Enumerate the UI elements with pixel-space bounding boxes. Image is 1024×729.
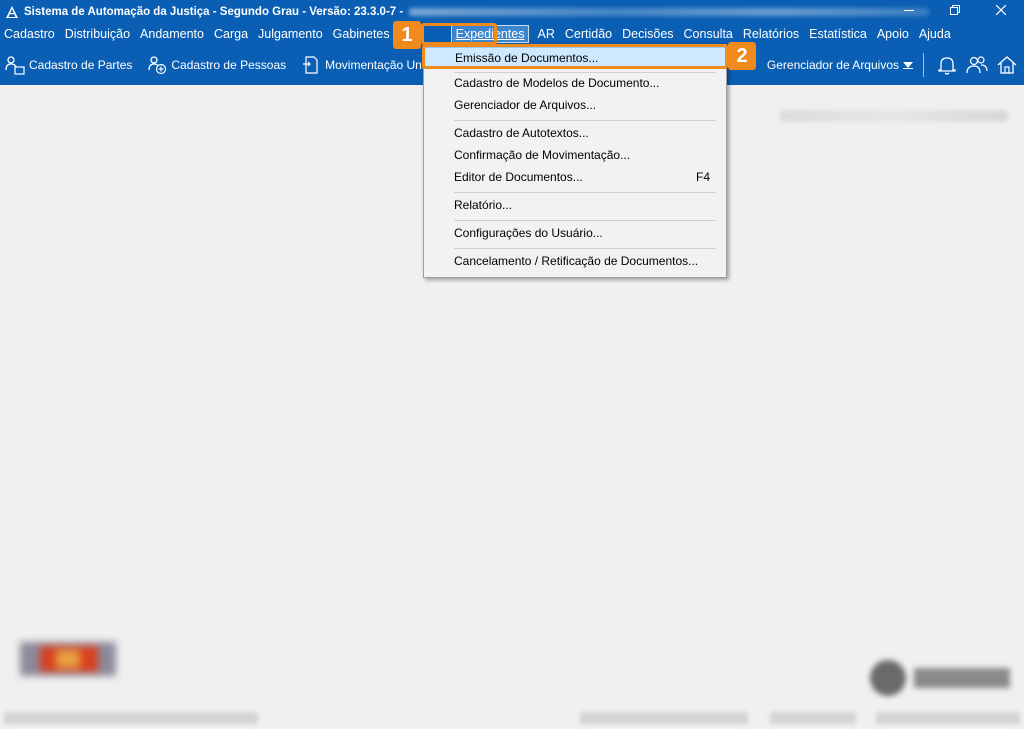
menu-estatistica[interactable]: Estatística: [809, 24, 872, 44]
window-title: Sistema de Automação da Justiça - Segund…: [24, 6, 404, 18]
menu-relatorios[interactable]: Relatórios: [743, 24, 804, 44]
vendor-logo-image: [866, 656, 1016, 700]
caret-down-icon: [903, 58, 913, 72]
menu-confirmacao-movimentacao[interactable]: Confirmação de Movimentação...: [424, 145, 726, 165]
menu-separator: [454, 120, 716, 121]
step-badge-1: 1: [393, 21, 421, 49]
gerenciador-label: Gerenciador de Arquivos: [766, 57, 899, 72]
menu-item-label: Gerenciador de Arquivos...: [454, 98, 597, 112]
menu-apoio[interactable]: Apoio: [877, 24, 914, 44]
status-bar-segment: [876, 712, 1020, 724]
menu-separator: [454, 248, 716, 249]
restore-button[interactable]: [932, 0, 978, 20]
cadastro-pessoas-button[interactable]: Cadastro de Pessoas: [147, 55, 286, 75]
menu-configuracoes-usuario[interactable]: Configurações do Usuário...: [424, 223, 726, 243]
menu-cancelamento-retificacao[interactable]: Cancelamento / Retificação de Documentos…: [424, 251, 726, 271]
home-icon[interactable]: [994, 52, 1020, 78]
add-person-icon: [147, 55, 167, 75]
redacted-workarea-text: [780, 110, 1008, 122]
menu-cadastro-modelos[interactable]: Cadastro de Modelos de Documento...: [424, 73, 726, 93]
menu-certidao[interactable]: Certidão: [565, 24, 617, 44]
menu-item-label: Relatório...: [454, 198, 513, 212]
status-bar-segment: [770, 712, 856, 724]
menu-carga[interactable]: Carga: [214, 24, 253, 44]
menu-item-label: Cadastro de Autotextos...: [454, 126, 589, 140]
cadastro-pessoas-label: Cadastro de Pessoas: [171, 57, 287, 72]
court-logo-image: [16, 636, 120, 682]
menu-relatorio[interactable]: Relatório...: [424, 195, 726, 215]
expedientes-dropdown: Emissão de Documentos... Cadastro de Mod…: [423, 44, 727, 278]
document-move-icon: [301, 55, 321, 75]
menu-ar[interactable]: AR: [537, 24, 559, 44]
bell-icon[interactable]: [934, 52, 960, 78]
menu-distribuicao[interactable]: Distribuição: [65, 24, 135, 44]
menu-item-label: Confirmação de Movimentação...: [454, 148, 631, 162]
highlight-expedientes: [421, 23, 497, 45]
menu-item-label: Configurações do Usuário...: [454, 226, 603, 240]
menu-gabinetes[interactable]: Gabinetes: [333, 24, 395, 44]
app-logo-icon: [6, 6, 18, 18]
cadastro-partes-button[interactable]: Cadastro de Partes: [5, 55, 132, 75]
menu-separator: [454, 192, 716, 193]
menu-item-label: Cadastro de Modelos de Documento...: [454, 76, 660, 90]
users-icon[interactable]: [964, 52, 990, 78]
step-badge-2: 2: [728, 42, 756, 70]
menu-bar: Cadastro Distribuição Andamento Carga Ju…: [0, 24, 1024, 44]
menu-consulta[interactable]: Consulta: [684, 24, 738, 44]
status-bar-segment: [580, 712, 748, 724]
menu-cadastro[interactable]: Cadastro: [4, 24, 60, 44]
menu-julgamento[interactable]: Julgamento: [258, 24, 328, 44]
menu-andamento[interactable]: Andamento: [140, 24, 209, 44]
menu-item-label: Editor de Documentos...: [454, 170, 583, 184]
movimentacao-button[interactable]: Movimentação Unitári: [301, 55, 441, 75]
menu-separator: [454, 220, 716, 221]
highlight-emissao: [422, 44, 728, 69]
minimize-icon: [904, 10, 914, 11]
close-button[interactable]: [978, 0, 1024, 20]
close-icon: [996, 5, 1006, 15]
menu-shortcut: F4: [695, 170, 710, 184]
restore-icon: [950, 5, 960, 15]
minimize-button[interactable]: [886, 0, 932, 20]
menu-ajuda[interactable]: Ajuda: [919, 24, 956, 44]
menu-cadastro-autotextos[interactable]: Cadastro de Autotextos...: [424, 123, 726, 143]
cadastro-partes-label: Cadastro de Partes: [29, 57, 133, 72]
menu-decisoes[interactable]: Decisões: [622, 24, 678, 44]
title-bar: Sistema de Automação da Justiça - Segund…: [0, 0, 1024, 24]
menu-item-label: Cancelamento / Retificação de Documentos…: [454, 254, 699, 268]
menu-gerenciador-arquivos[interactable]: Gerenciador de Arquivos...: [424, 95, 726, 115]
user-card-icon: [5, 55, 25, 75]
status-bar-left: [4, 712, 258, 724]
title-redacted-info: [409, 8, 930, 16]
toolbar-separator: [923, 52, 924, 77]
gerenciador-arquivos-button[interactable]: Gerenciador de Arquivos: [767, 58, 913, 72]
menu-editor-documentos[interactable]: Editor de Documentos... F4: [424, 167, 726, 187]
